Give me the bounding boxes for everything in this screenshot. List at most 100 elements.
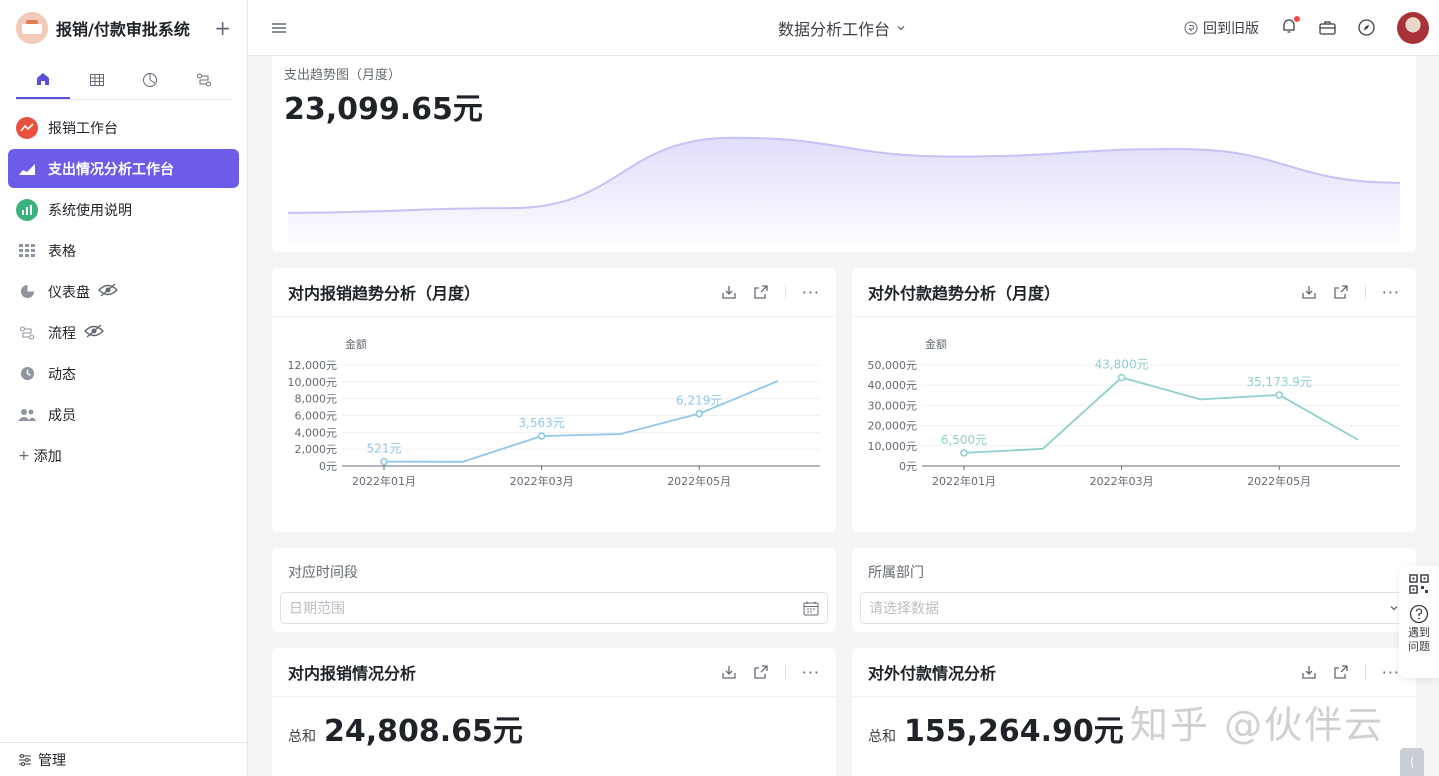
internal-y-tick-label: 8,000元 [295,393,338,406]
expense-trend-area [288,137,1400,252]
more-icon[interactable]: ··· [1382,663,1400,682]
sidebar-item-activity[interactable]: 动态 [8,354,239,393]
tab-flow[interactable] [177,60,231,99]
external-y-tick-label: 10,000元 [868,440,918,453]
table-icon [89,73,104,86]
menu-icon[interactable] [270,21,288,35]
internal-data-point [695,409,704,418]
sidebar-item-label: 表格 [48,243,76,260]
internal-y-tick-label: 0元 [319,460,337,473]
external-data-label: 43,800元 [1095,358,1149,372]
notification-button[interactable] [1281,15,1300,38]
flow-icon [20,326,34,339]
sidebar-item-members[interactable]: 成员 [8,395,239,434]
eye-hidden-icon [84,323,104,338]
internal-y-tick-label: 6,000元 [295,410,338,423]
external-data-point [960,449,968,457]
internal-data-point [537,432,546,440]
sidebar-item-table[interactable]: 表格 [8,231,239,270]
internal-sum-card: 对内报销情况分析 ··· 总和 24,808.65元 [272,648,836,776]
internal-y-axis-label: 金额 [345,337,367,351]
external-trend-title: 对外付款趋势分析（月度） [868,284,1061,303]
expand-icon[interactable] [753,664,769,680]
add-button[interactable]: + 添加 [0,436,247,476]
internal-x-tick-label: 2022年01月 [352,474,416,488]
download-icon[interactable] [1301,664,1317,680]
dept-select-placeholder: 请选择数据 [869,601,939,617]
internal-y-tick-label: 2,000元 [295,443,338,456]
scroll-collapse-button[interactable]: ⟨ [1400,748,1424,776]
members-icon [18,408,36,421]
external-sum-value: 155,264.90元 [904,714,1124,749]
time-filter-card: 对应时间段 日期范围 [272,548,836,632]
sidebar-tabs [16,60,231,100]
sidebar-item-expense-workbench[interactable]: 报销工作台 [8,108,239,147]
tab-dashboard[interactable] [124,60,178,99]
app-logo [16,12,48,44]
internal-trend-card: 对内报销趋势分析（月度） ··· 金额 0元 2,000元 4,000元 6,000元 8… [272,268,836,532]
sidebar-item-label: 仪表盘 [48,284,90,301]
more-icon[interactable]: ··· [802,663,820,682]
briefcase-icon[interactable] [1319,20,1336,35]
plus-icon[interactable]: + [214,16,231,40]
external-trend-chart: 金额 0元 10,000元 20,000元 30,000元 40,000元 50,000元 2… [868,337,1400,488]
external-y-tick-label: 30,000元 [868,399,918,412]
history-icon [1184,21,1198,34]
internal-y-tick-label: 12,000元 [288,359,338,372]
sidebar-item-flow[interactable]: 流程 [8,313,239,352]
sidebar-item-label: 系统使用说明 [48,202,132,219]
workspace-title-dropdown[interactable]: 数据分析工作台 [778,16,906,40]
internal-sum-title: 对内报销情况分析 [288,664,417,683]
topbar-actions: 回到旧版 [1184,11,1429,44]
external-data-point [1275,391,1284,399]
internal-data-point [380,457,388,466]
sidebar-nav: 报销工作台 支出情况分析工作台 系统使用说明 表格 仪表盘 流程 动态 成员 +… [0,100,247,476]
tab-table[interactable] [70,60,124,99]
external-data-label: 35,173.9元 [1246,375,1311,389]
download-icon[interactable] [721,664,737,680]
workspace-title: 数据分析工作台 [778,19,891,39]
internal-data-label: 6,219元 [676,394,722,408]
external-data-label: 6,500元 [941,433,987,447]
floating-toolbar: 遇到问题 [1399,566,1439,678]
qr-code-icon[interactable] [1409,574,1429,594]
expand-icon[interactable] [1333,284,1349,300]
help-label: 遇到问题 [1408,626,1430,653]
sidebar-item-dashboard[interactable]: 仪表盘 [8,272,239,311]
internal-sum-label: 总和 [288,729,316,745]
more-icon[interactable]: ··· [1382,283,1400,302]
download-icon[interactable] [721,284,737,300]
external-data-point [1117,373,1126,382]
user-avatar[interactable] [1397,11,1429,44]
help-button[interactable]: 遇到问题 [1406,604,1432,654]
external-y-tick-label: 0元 [899,460,917,473]
sidebar-item-label: 动态 [48,366,76,383]
watermark: 知乎 @伙伴云 [1130,703,1385,747]
more-icon[interactable]: ··· [802,283,820,302]
back-to-old-label: 回到旧版 [1203,20,1259,37]
external-x-tick-label: 2022年05月 [1247,474,1311,488]
compass-icon[interactable] [1358,19,1375,36]
download-icon[interactable] [1301,284,1317,300]
internal-x-tick-label: 2022年03月 [510,474,574,488]
pie-icon [20,284,34,299]
manage-button[interactable]: 管理 [0,742,247,776]
sidebar: 报销/付款审批系统 + 报销工作台 支出情况分析工作台 系统使用说明 表格 仪表… [0,0,248,776]
external-y-tick-label: 40,000元 [868,379,918,392]
external-y-axis-label: 金额 [925,337,947,351]
clock-icon [20,366,34,381]
tab-home[interactable] [16,60,70,99]
sidebar-item-usage-guide[interactable]: 系统使用说明 [8,190,239,229]
dept-filter-card: 所属部门 请选择数据 [852,548,1416,632]
date-range-input[interactable]: 日期范围 [280,592,828,624]
expand-icon[interactable] [1333,664,1349,680]
question-icon [1409,604,1429,624]
expand-icon[interactable] [753,284,769,300]
sidebar-item-expense-analysis[interactable]: 支出情况分析工作台 [8,149,239,188]
plus-icon: + [18,448,30,464]
internal-sum-value: 24,808.65元 [324,714,523,749]
internal-trend-title: 对内报销趋势分析（月度） [288,284,481,303]
grid-icon [19,243,35,257]
dept-select[interactable]: 请选择数据 [860,592,1408,624]
back-to-old-button[interactable]: 回到旧版 [1184,18,1259,38]
